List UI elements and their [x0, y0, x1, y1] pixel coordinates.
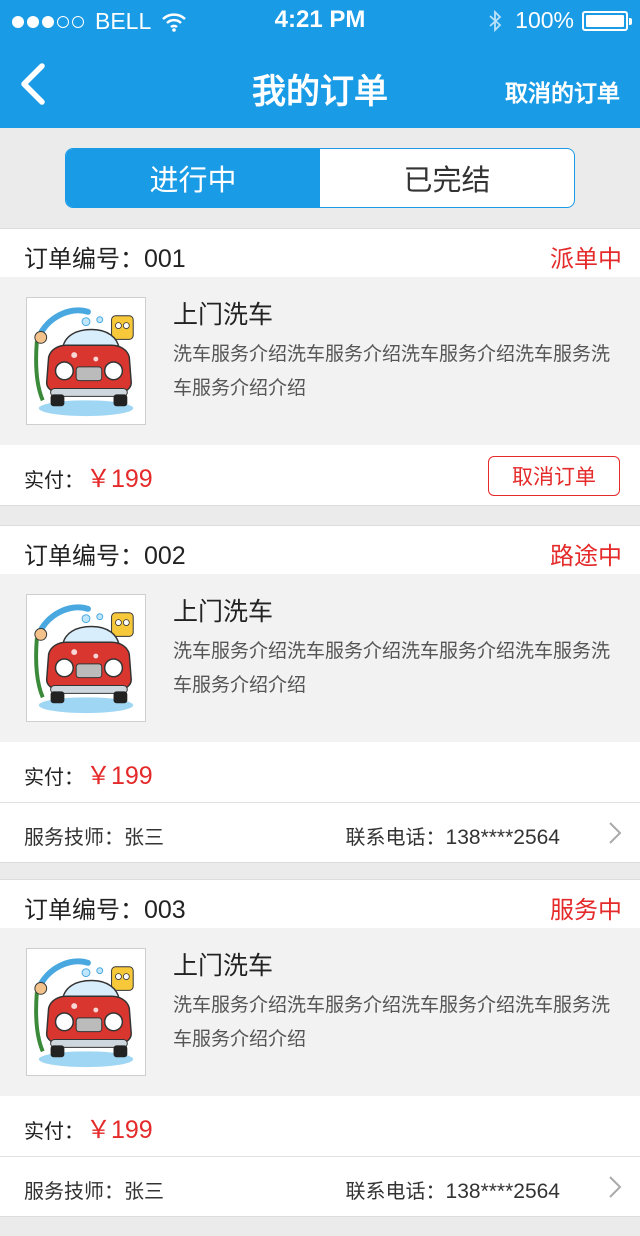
- paid-label: 实付：: [24, 765, 84, 789]
- order-header: 订单编号：002 路途中: [0, 526, 640, 574]
- paid-price: ￥199: [86, 762, 153, 790]
- bluetooth-icon: [489, 9, 502, 32]
- order-number-label: 订单编号：: [24, 245, 144, 273]
- back-chevron-icon[interactable]: [14, 60, 54, 108]
- order-service[interactable]: 上门洗车 洗车服务介绍洗车服务介绍洗车服务介绍洗车服务洗车服务介绍介绍: [0, 574, 640, 742]
- order-service[interactable]: 上门洗车 洗车服务介绍洗车服务介绍洗车服务介绍洗车服务洗车服务介绍介绍: [0, 277, 640, 445]
- tab-in-progress[interactable]: 进行中: [66, 149, 320, 207]
- phone-label: 联系电话：: [345, 825, 446, 849]
- service-description: 洗车服务介绍洗车服务介绍洗车服务介绍洗车服务洗车服务介绍介绍: [173, 343, 611, 399]
- payment-row: 实付： ￥199: [0, 742, 640, 802]
- order-number-value: 001: [144, 245, 186, 273]
- service-description: 洗车服务介绍洗车服务介绍洗车服务介绍洗车服务洗车服务介绍介绍: [173, 994, 611, 1050]
- technician-row[interactable]: 服务技师：张三 联系电话：138****2564: [0, 802, 640, 862]
- order-number: 订单编号：003: [24, 890, 186, 925]
- tab-completed[interactable]: 已完结: [320, 149, 574, 207]
- order-header: 订单编号：003 服务中: [0, 880, 640, 928]
- contact-phone: 联系电话：138****2564: [346, 821, 560, 850]
- order-card[interactable]: 订单编号：001 派单中 上门洗车 洗车服务介绍洗车服务介绍洗车服务介绍洗车服务…: [0, 228, 640, 506]
- chevron-right-icon: [608, 821, 622, 845]
- cancel-order-button[interactable]: 取消订单: [488, 456, 620, 496]
- order-number-label: 订单编号：: [24, 542, 144, 570]
- payment-row: 实付： ￥199: [0, 1096, 640, 1156]
- chevron-right-icon: [608, 1175, 622, 1199]
- paid-label: 实付：: [24, 468, 84, 492]
- phone-number: 138****2564: [445, 826, 560, 849]
- header: BELL 4:21 PM 100% 我的订单 取消的订单: [0, 0, 640, 128]
- car-wash-thumbnail: [26, 297, 146, 425]
- order-tabs: 进行中 已完结: [65, 148, 575, 208]
- order-card[interactable]: 订单编号：003 服务中 上门洗车 洗车服务介绍洗车服务介绍洗车服务介绍洗车服务…: [0, 879, 640, 1217]
- order-status: 派单中: [550, 245, 622, 273]
- service-title: 上门洗车: [173, 300, 274, 329]
- paid-label: 实付：: [24, 1119, 84, 1143]
- order-header: 订单编号：001 派单中: [0, 229, 640, 277]
- car-wash-thumbnail: [26, 594, 146, 722]
- technician-name: 服务技师：张三: [24, 1179, 164, 1203]
- phone-label: 联系电话：: [345, 1179, 446, 1203]
- status-right: 100%: [487, 7, 632, 34]
- car-wash-thumbnail: [26, 948, 146, 1076]
- paid-price: ￥199: [86, 1116, 153, 1144]
- battery-icon: [582, 10, 632, 31]
- nav-bar: 我的订单 取消的订单: [0, 40, 640, 128]
- paid-price: ￥199: [86, 465, 153, 493]
- order-service[interactable]: 上门洗车 洗车服务介绍洗车服务介绍洗车服务介绍洗车服务洗车服务介绍介绍: [0, 928, 640, 1096]
- technician-row[interactable]: 服务技师：张三 联系电话：138****2564: [0, 1156, 640, 1216]
- service-title: 上门洗车: [173, 951, 274, 980]
- cancelled-orders-link[interactable]: 取消的订单: [505, 74, 620, 108]
- technician-name: 服务技师：张三: [24, 825, 164, 849]
- order-number-value: 003: [144, 896, 186, 924]
- battery-fill: [586, 14, 624, 27]
- contact-phone: 联系电话：138****2564: [346, 1175, 560, 1204]
- order-number: 订单编号：002: [24, 536, 186, 571]
- service-description: 洗车服务介绍洗车服务介绍洗车服务介绍洗车服务洗车服务介绍介绍: [173, 640, 611, 696]
- order-number: 订单编号：001: [24, 239, 186, 274]
- battery-percent: 100%: [515, 7, 574, 33]
- phone-number: 138****2564: [445, 1180, 560, 1203]
- status-bar: BELL 4:21 PM 100%: [0, 0, 640, 40]
- order-status: 服务中: [550, 896, 622, 924]
- order-status: 路途中: [550, 542, 622, 570]
- order-number-value: 002: [144, 542, 186, 570]
- order-number-label: 订单编号：: [24, 896, 144, 924]
- service-title: 上门洗车: [173, 597, 274, 626]
- order-card[interactable]: 订单编号：002 路途中 上门洗车 洗车服务介绍洗车服务介绍洗车服务介绍洗车服务…: [0, 525, 640, 863]
- payment-row: 实付： ￥199 取消订单: [0, 445, 640, 505]
